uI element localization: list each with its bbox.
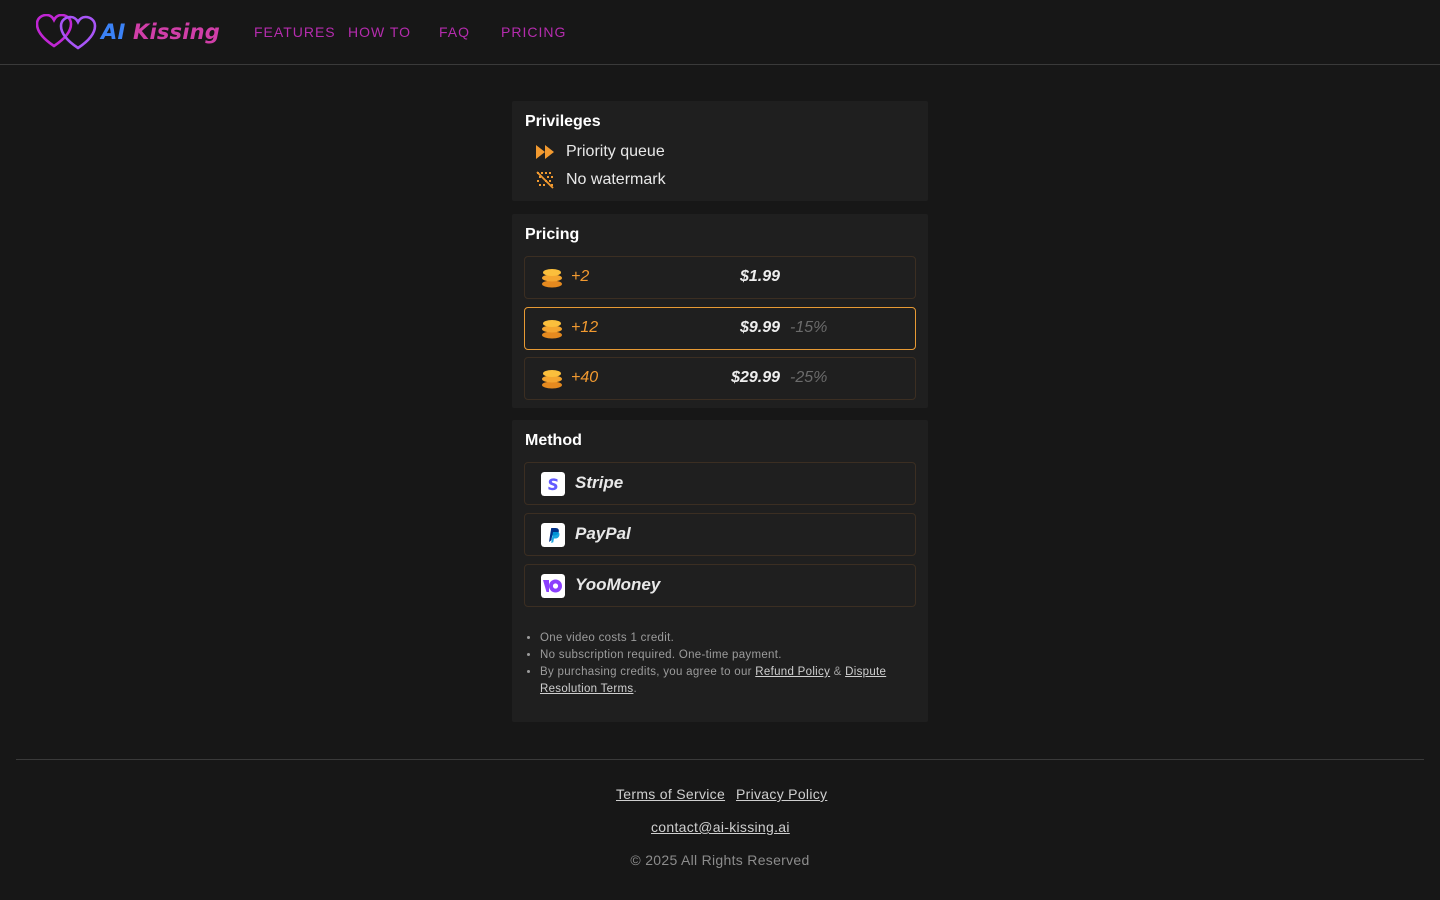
note-item-terms: By purchasing credits, you agree to our … [540,664,908,698]
terms-of-service-link[interactable]: Terms of Service [616,786,725,802]
payment-name: YooMoney [575,575,661,594]
logo-text: AI Kissing [101,20,220,44]
stripe-icon [541,472,565,496]
logo-text-kissing: Kissing [132,20,221,44]
privacy-policy-link[interactable]: Privacy Policy [736,786,827,802]
privileges-title: Privileges [525,113,601,130]
note-item: One video costs 1 credit. [540,630,908,647]
purchase-notes: One video costs 1 credit. No subscriptio… [528,630,908,698]
pricing-title: Pricing [525,226,580,243]
discount: -15% [790,319,828,336]
note-text: . [633,683,637,695]
refund-policy-link[interactable]: Refund Policy [755,666,830,678]
coins-icon [541,319,563,344]
yoomoney-icon [541,574,565,598]
payment-option-yoomoney[interactable]: YooMoney [524,564,916,607]
note-text: No subscription required. One-time payme… [540,649,782,661]
no-watermark-icon [536,171,554,189]
privilege-no-watermark: No watermark [536,168,666,192]
discount: -25% [790,369,828,386]
top-nav-bar: AI Kissing FEATURES HOW TO FAQ PRICING [0,0,1440,65]
credits-amount: +2 [571,268,590,285]
footer-divider [16,759,1424,760]
payment-name: Stripe [575,473,624,492]
payment-name: PayPal [575,524,631,543]
coins-icon [541,369,563,394]
note-text: & [830,666,846,678]
pricing-card: Pricing +2 $1.99 +12 $9.99 -15% +40 $29.… [512,214,928,408]
site-logo[interactable]: AI Kissing [36,13,220,51]
payment-option-paypal[interactable]: PayPal [524,513,916,556]
price: $1.99 [739,268,780,285]
note-text: By purchasing credits, you agree to our [540,666,756,678]
credits-amount: +40 [571,369,599,386]
pricing-option-40[interactable]: +40 $29.99 -25% [524,357,916,400]
note-item: No subscription required. One-time payme… [540,647,908,664]
price: $9.99 [739,319,780,336]
pricing-option-12[interactable]: +12 $9.99 -15% [524,307,916,350]
logo-text-ai: AI [101,20,126,44]
fast-forward-icon [536,143,554,161]
pricing-option-2[interactable]: +2 $1.99 [524,256,916,299]
nav-how-to[interactable]: HOW TO [348,24,411,40]
privilege-label: Priority queue [566,143,665,160]
hearts-logo-icon [36,14,97,50]
payment-option-stripe[interactable]: Stripe [524,462,916,505]
copyright-text: © 2025 All Rights Reserved [630,852,810,868]
nav-features[interactable]: FEATURES [254,24,336,40]
privilege-label: No watermark [566,171,666,188]
nav-faq[interactable]: FAQ [439,24,470,40]
credits-amount: +12 [571,319,599,336]
contact-email-link[interactable]: contact@ai-kissing.ai [651,819,790,835]
coins-icon [541,268,563,293]
nav-pricing[interactable]: PRICING [501,24,566,40]
price: $29.99 [731,369,780,386]
privileges-card: Privileges Priority queue No watermark [512,101,928,201]
method-title: Method [525,432,582,449]
paypal-icon [541,523,565,547]
privilege-priority-queue: Priority queue [536,140,665,164]
